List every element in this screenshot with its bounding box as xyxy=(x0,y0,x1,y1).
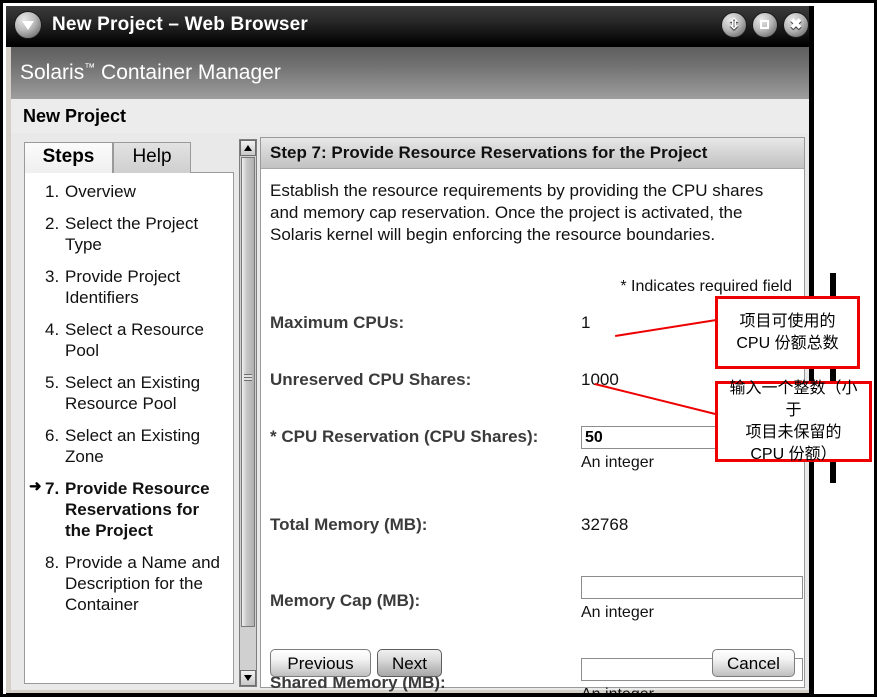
step-label: Select an Existing Resource Pool xyxy=(65,373,201,413)
step-label: Overview xyxy=(65,182,136,201)
step-item-8[interactable]: 8. Provide a Name and Description for th… xyxy=(31,552,227,615)
window-title: New Project – Web Browser xyxy=(52,14,308,35)
cancel-button[interactable]: Cancel xyxy=(712,649,795,677)
triangle-down-icon xyxy=(22,21,34,30)
total-memory-value: 32768 xyxy=(581,515,629,534)
annotation-1-line-2: CPU 份额总数 xyxy=(736,334,839,352)
image-frame: New Project – Web Browser ⇳ ✖ Solaris™ C… xyxy=(0,0,877,697)
maximize-icon xyxy=(760,20,769,29)
memory-cap-label: Memory Cap (MB): xyxy=(270,591,421,610)
vertical-scrollbar[interactable] xyxy=(239,139,257,687)
maximum-cpus-label: Maximum CPUs: xyxy=(270,313,405,332)
window-menu-button[interactable] xyxy=(14,11,42,39)
tab-help[interactable]: Help xyxy=(113,142,191,173)
wizard-sidebar: Steps Help 1. Overview 2. Select the Pro… xyxy=(17,142,234,684)
annotation-callout-1: 项目可使用的 CPU 份额总数 xyxy=(715,296,860,369)
window-titlebar: New Project – Web Browser ⇳ ✖ xyxy=(6,6,809,47)
next-button[interactable]: Next xyxy=(377,649,442,677)
step-number: 6. xyxy=(45,426,60,445)
step-title-bar: Step 7: Provide Resource Reservations fo… xyxy=(261,138,804,169)
scroll-down-button[interactable] xyxy=(240,670,256,686)
triangle-up-icon xyxy=(244,145,252,151)
step-label: Select a Resource Pool xyxy=(65,320,204,360)
step-item-4[interactable]: 4. Select a Resource Pool xyxy=(31,319,227,361)
step-label: Select an Existing Zone xyxy=(65,426,201,466)
cpu-reservation-label: * CPU Reservation (CPU Shares): xyxy=(270,427,539,446)
step-number: 3. xyxy=(45,267,60,286)
current-step-arrow-icon: ➜ xyxy=(29,478,42,495)
step-number: 1. xyxy=(45,182,60,201)
page-title: New Project xyxy=(23,106,127,126)
step-number: 5. xyxy=(45,373,60,392)
window-close-button[interactable]: ✖ xyxy=(783,12,809,38)
total-memory-label: Total Memory (MB): xyxy=(270,515,428,534)
shared-memory-hint: An integer xyxy=(581,686,654,697)
annotation-callout-2: 输入一个整数（小于 项目未保留的 CPU 份额） xyxy=(715,379,872,463)
step-label: Select the Project Type xyxy=(65,214,199,254)
page-header: New Project xyxy=(11,99,809,134)
step-label: Provide a Name and Description for the C… xyxy=(65,553,220,614)
annotation-1-line-1: 项目可使用的 xyxy=(739,312,836,330)
step-item-6[interactable]: 6. Select an Existing Zone xyxy=(31,425,227,467)
maximum-cpus-value: 1 xyxy=(581,313,591,332)
step-item-2[interactable]: 2. Select the Project Type xyxy=(31,213,227,255)
product-name: Solaris xyxy=(20,61,85,84)
scrollbar-grip xyxy=(244,374,252,381)
shade-icon: ⇳ xyxy=(727,16,741,33)
step-item-3[interactable]: 3. Provide Project Identifiers xyxy=(31,266,227,308)
step-label: Provide Resource Reservations for the Pr… xyxy=(65,479,210,540)
scroll-up-button[interactable] xyxy=(240,140,256,156)
product-name-suffix: Container Manager xyxy=(95,61,281,84)
scrollbar-thumb[interactable] xyxy=(241,157,255,627)
product-banner-title: Solaris™ Container Manager xyxy=(20,61,281,85)
unreserved-cpu-shares-label: Unreserved CPU Shares: xyxy=(270,370,472,389)
field-row-memory-cap: Memory Cap (MB): An integer xyxy=(270,576,803,621)
trademark-symbol: ™ xyxy=(84,62,96,74)
step-item-5[interactable]: 5. Select an Existing Resource Pool xyxy=(31,372,227,414)
previous-button[interactable]: Previous xyxy=(270,649,371,677)
memory-cap-hint: An integer xyxy=(581,604,654,621)
step-description: Establish the resource requirements by p… xyxy=(270,181,764,244)
wizard-body: Steps Help 1. Overview 2. Select the Pro… xyxy=(11,133,809,693)
step-number: 2. xyxy=(45,214,60,233)
steps-list: 1. Overview 2. Select the Project Type 3… xyxy=(24,172,234,684)
step-number: 7. xyxy=(45,479,60,498)
annotation-2-line-3: CPU 份额） xyxy=(750,445,837,463)
window-maximize-button[interactable] xyxy=(752,12,778,38)
memory-cap-input[interactable] xyxy=(581,576,803,599)
step-number: 4. xyxy=(45,320,60,339)
triangle-down-icon xyxy=(244,675,252,681)
required-field-note: * Indicates required field xyxy=(620,278,792,295)
sidebar-tabs: Steps Help xyxy=(24,142,234,173)
step-item-7[interactable]: ➜ 7. Provide Resource Reservations for t… xyxy=(29,478,227,541)
step-title: Step 7: Provide Resource Reservations fo… xyxy=(270,143,708,162)
product-banner: Solaris™ Container Manager xyxy=(11,47,809,99)
application-window: New Project – Web Browser ⇳ ✖ Solaris™ C… xyxy=(6,6,814,697)
step-label: Provide Project Identifiers xyxy=(65,267,181,307)
field-row-total-memory: Total Memory (MB): 32768 xyxy=(270,514,800,538)
window-shade-button[interactable]: ⇳ xyxy=(721,12,747,38)
step-item-1[interactable]: 1. Overview xyxy=(31,181,227,202)
annotation-2-line-2: 项目未保留的 xyxy=(745,423,842,441)
tab-steps[interactable]: Steps xyxy=(24,142,113,173)
close-icon: ✖ xyxy=(789,16,803,33)
cpu-reservation-hint: An integer xyxy=(581,454,654,471)
annotation-2-line-1: 输入一个整数（小于 xyxy=(729,379,858,419)
step-number: 8. xyxy=(45,553,60,572)
